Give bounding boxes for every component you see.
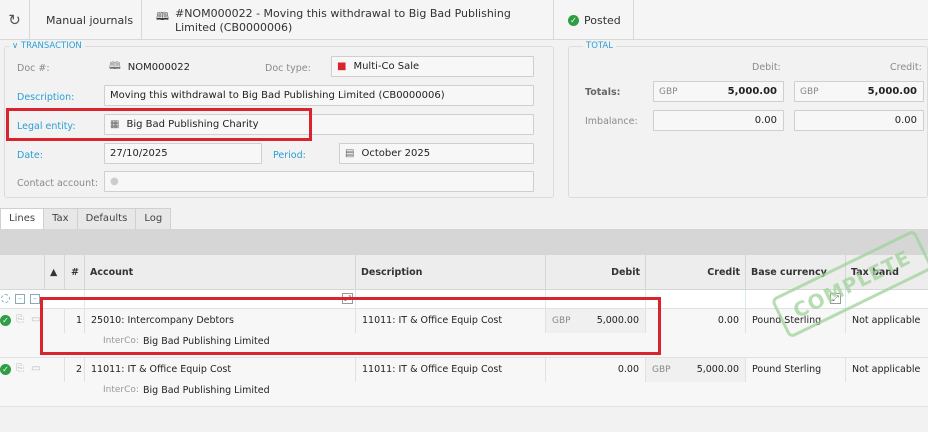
credit-imbalance-field: 0.00	[794, 110, 924, 131]
contact-label: Contact account:	[17, 178, 99, 189]
row-tax-band[interactable]: Not applicable	[845, 358, 928, 382]
grid-header: ▲ # Account Description Debit Credit Bas…	[0, 255, 928, 290]
date-value: 27/10/2025	[110, 148, 168, 159]
check-circle-icon: ✓	[568, 14, 579, 26]
interco-label: InterCo:	[103, 385, 139, 395]
description-label[interactable]: Description:	[17, 92, 74, 103]
doc-no-label: Doc #:	[17, 63, 50, 74]
doc-type-field[interactable]: ■ Multi-Co Sale	[331, 56, 534, 77]
debit-total-currency: GBP	[659, 86, 678, 97]
row-check-icon: ✓	[0, 315, 11, 326]
tab-log[interactable]: Log	[135, 208, 172, 229]
tab-lines[interactable]: Lines	[0, 208, 45, 229]
contact-field[interactable]: ●	[104, 171, 534, 192]
row-description[interactable]: 11011: IT & Office Equip Cost	[355, 358, 545, 382]
book-icon: 🕮	[156, 10, 169, 23]
refresh-icon: ↻	[8, 11, 21, 29]
credit-total-currency: GBP	[800, 86, 819, 97]
document-title-text: #NOM000022 - Moving this withdrawal to B…	[174, 7, 511, 34]
doc-no-field: 🕮 NOM000022	[104, 57, 252, 78]
interco-value[interactable]: Big Bad Publishing Limited	[143, 385, 270, 396]
row-base-currency[interactable]: Pound Sterling	[745, 358, 845, 382]
filter-minus-icon[interactable]: –	[15, 294, 25, 304]
book-icon: 🕮	[109, 61, 121, 72]
lock-icon: ■	[337, 61, 347, 72]
transaction-section-toggle[interactable]: ∨ TRANSACTION	[9, 41, 85, 51]
row-check-icon: ✓	[0, 364, 11, 375]
debit-total-value: 5,000.00	[727, 86, 777, 97]
doc-type-value: Multi-Co Sale	[353, 61, 420, 72]
doc-no-value: NOM000022	[127, 62, 190, 73]
row-account[interactable]: 11011: IT & Office Equip Cost	[84, 358, 355, 382]
calendar-icon: ▤	[345, 148, 355, 159]
filter-circle-icon[interactable]	[1, 294, 10, 303]
period-label[interactable]: Period:	[273, 150, 306, 161]
row-debit[interactable]: 0.00	[545, 358, 645, 382]
column-description[interactable]: Description	[355, 255, 545, 290]
attachment-icon[interactable]: ⎘	[16, 314, 24, 325]
period-value: October 2025	[361, 148, 431, 159]
refresh-button[interactable]: ↻	[0, 0, 30, 40]
description-value: Moving this withdrawal to Big Bad Publis…	[110, 90, 445, 101]
row-credit-currency: GBP	[652, 365, 671, 375]
credit-label: Credit:	[890, 62, 922, 73]
credit-imbalance-value: 0.00	[894, 115, 917, 126]
filter-minus-icon-2[interactable]: –	[30, 294, 40, 304]
document-title: 🕮 #NOM000022 - Moving this withdrawal to…	[142, 0, 554, 40]
tab-bar: Lines Tax Defaults Log	[0, 208, 172, 229]
period-field[interactable]: ▤ October 2025	[339, 143, 534, 164]
highlight-legal-entity	[6, 108, 312, 141]
date-label[interactable]: Date:	[17, 150, 43, 161]
debit-total-field: GBP 5,000.00	[653, 81, 784, 102]
date-field[interactable]: 27/10/2025	[104, 143, 262, 164]
column-account[interactable]: Account	[84, 255, 355, 290]
debit-imbalance-field: 0.00	[653, 110, 784, 131]
column-credit[interactable]: Credit	[645, 255, 745, 290]
column-debit[interactable]: Debit	[545, 255, 645, 290]
tab-tax[interactable]: Tax	[43, 208, 78, 229]
imbalance-label: Imbalance:	[585, 116, 638, 127]
status-badge: ✓ Posted	[554, 0, 634, 40]
sort-indicator-icon[interactable]: ▲	[44, 255, 64, 290]
status-text: Posted	[584, 13, 621, 27]
column-num[interactable]: #	[64, 255, 84, 290]
table-row[interactable]: ✓ ⎘ ▭ 2 11011: IT & Office Equip Cost 11…	[0, 358, 928, 407]
row-credit[interactable]: GBP 5,000.00	[645, 358, 745, 382]
top-bar: ↻ Manual journals 🕮 #NOM000022 - Moving …	[0, 0, 928, 40]
credit-total-field: GBP 5,000.00	[794, 81, 924, 102]
breadcrumb-manual-journals[interactable]: Manual journals	[30, 0, 142, 40]
credit-total-value: 5,000.00	[867, 86, 917, 97]
person-icon: ●	[110, 176, 119, 187]
row-credit-value: 5,000.00	[696, 364, 739, 375]
description-field[interactable]: Moving this withdrawal to Big Bad Publis…	[104, 85, 534, 106]
row-num: 2	[64, 358, 84, 382]
row-tax-band[interactable]: Not applicable	[845, 309, 928, 333]
total-section-title: TOTAL	[583, 41, 616, 51]
totals-label: Totals:	[585, 87, 621, 98]
toolbar-band	[0, 229, 928, 255]
debit-label: Debit:	[752, 62, 781, 73]
attachment-icon[interactable]: ⎘	[16, 363, 24, 374]
comment-icon[interactable]: ▭	[31, 363, 40, 374]
debit-imbalance-value: 0.00	[754, 115, 777, 126]
tab-defaults[interactable]: Defaults	[76, 208, 137, 229]
doc-type-label: Doc type:	[265, 63, 311, 74]
highlight-row-1	[40, 297, 661, 355]
